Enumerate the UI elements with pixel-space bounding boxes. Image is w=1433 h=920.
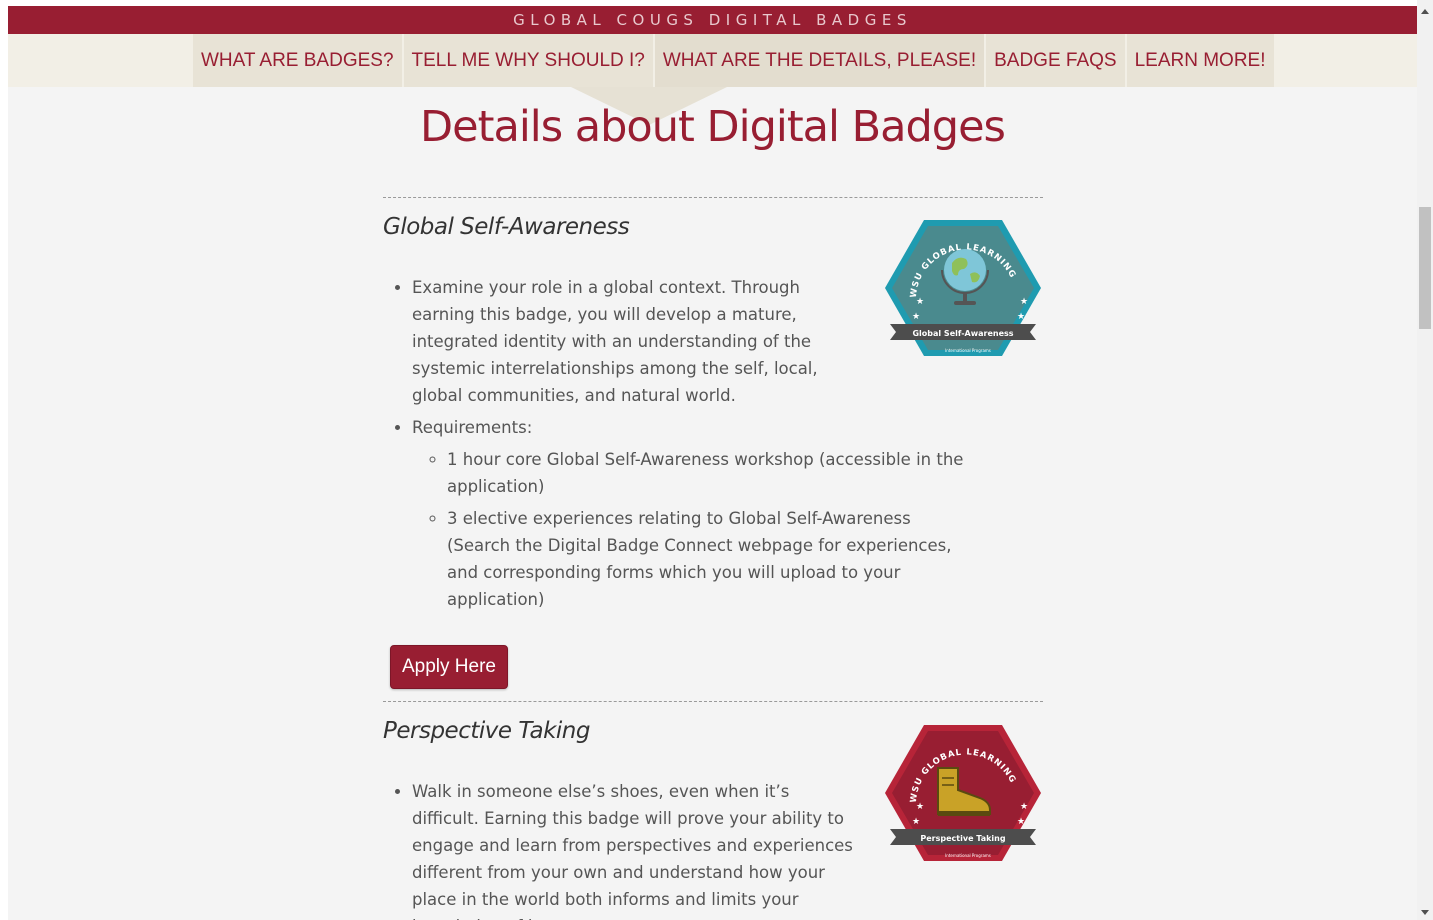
vertical-scrollbar[interactable] <box>1417 0 1433 920</box>
svg-text:★: ★ <box>1017 311 1025 321</box>
apply-here-button[interactable]: Apply Here <box>390 645 508 689</box>
nav-item-learn-more[interactable]: LEARN MORE! <box>1126 34 1274 87</box>
requirements-list: 1 hour core Global Self-Awareness worksh… <box>412 446 977 613</box>
svg-text:★: ★ <box>1017 816 1025 826</box>
badge-description: Examine your role in a global context. T… <box>412 274 857 409</box>
badge-footer-text: International Programs <box>945 853 991 858</box>
svg-text:★: ★ <box>916 801 924 811</box>
requirements-item: Requirements: 1 hour core Global Self-Aw… <box>412 414 1043 613</box>
section-divider <box>383 197 1043 198</box>
badge-ribbon-label: Perspective Taking <box>920 834 1005 843</box>
badge-ribbon-label: Global Self-Awareness <box>912 329 1013 338</box>
global-self-awareness-badge-image: WSU GLOBAL LEARNING BADGES ★ ★ ★ ★ Globa… <box>884 218 1041 356</box>
nav-item-tell-me-why[interactable]: TELL ME WHY SHOULD I? <box>403 34 653 87</box>
page: GLOBAL COUGS DIGITAL BADGES WHAT ARE BAD… <box>8 6 1417 920</box>
scroll-up-arrow-icon[interactable] <box>1421 9 1429 14</box>
nav-item-details[interactable]: WHAT ARE THE DETAILS, PLEASE! <box>654 34 985 87</box>
requirement-item: 1 hour core Global Self-Awareness worksh… <box>447 446 977 500</box>
requirement-item: 3 elective experiences relating to Globa… <box>447 505 977 613</box>
page-title: Details about Digital Badges <box>420 102 1006 152</box>
main-nav: WHAT ARE BADGES? TELL ME WHY SHOULD I? W… <box>193 34 1274 87</box>
svg-text:★: ★ <box>912 311 920 321</box>
scroll-down-arrow-icon[interactable] <box>1421 910 1429 915</box>
section-divider <box>383 701 1043 702</box>
svg-text:★: ★ <box>1020 801 1028 811</box>
perspective-taking-badge-image: WSU GLOBAL LEARNING BADGES ★ ★ ★ ★ Persp… <box>884 723 1041 861</box>
nav-item-badge-faqs[interactable]: BADGE FAQS <box>986 34 1125 87</box>
badge-footer-text: International Programs <box>945 348 991 353</box>
svg-text:★: ★ <box>1020 296 1028 306</box>
svg-text:★: ★ <box>912 816 920 826</box>
requirements-label: Requirements: <box>412 418 533 437</box>
scrollbar-thumb[interactable] <box>1419 207 1431 329</box>
badge-description: Walk in someone else’s shoes, even when … <box>412 778 857 920</box>
nav-item-what-are-badges[interactable]: WHAT ARE BADGES? <box>193 34 402 87</box>
main-nav-strip: WHAT ARE BADGES? TELL ME WHY SHOULD I? W… <box>8 34 1417 87</box>
site-banner[interactable]: GLOBAL COUGS DIGITAL BADGES <box>8 6 1417 34</box>
svg-text:★: ★ <box>916 296 924 306</box>
